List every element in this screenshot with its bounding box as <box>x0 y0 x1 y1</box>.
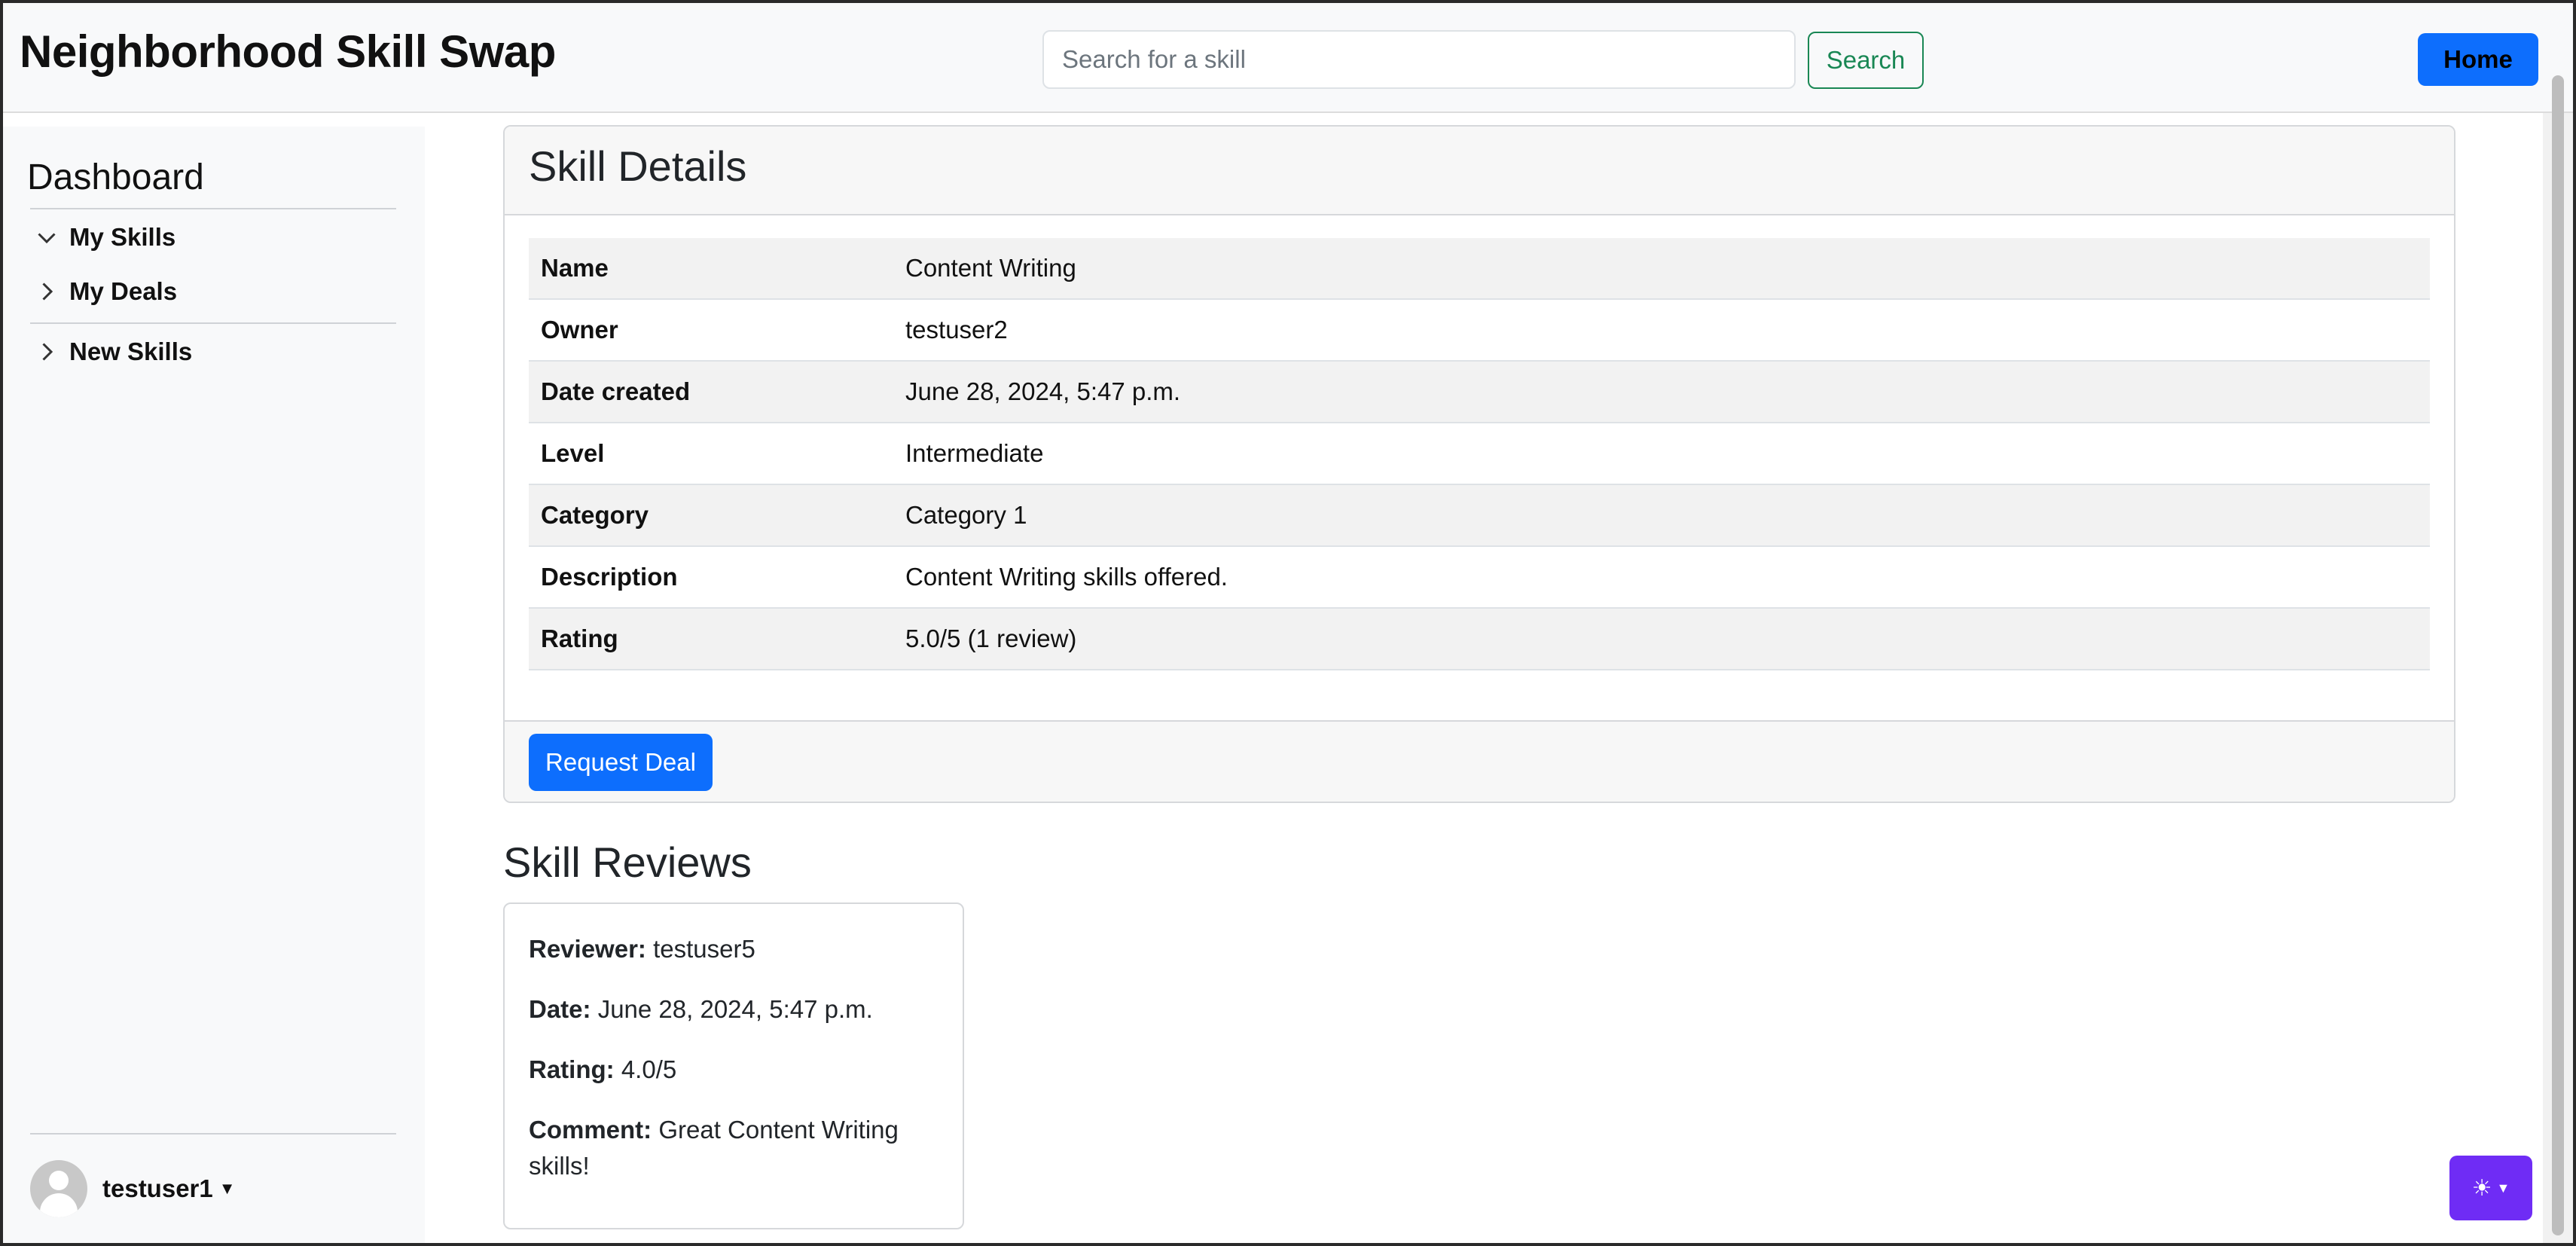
table-row: Category Category 1 <box>529 485 2430 547</box>
sidebar-item-label: My Deals <box>69 277 178 305</box>
row-value: Intermediate <box>905 439 1044 467</box>
row-value: Category 1 <box>905 501 1027 529</box>
search-button[interactable]: Search <box>1808 32 1924 89</box>
theme-toggle-button[interactable]: ☀ ▼ <box>2449 1156 2532 1220</box>
row-key: Name <box>541 254 609 282</box>
reviews-title: Skill Reviews <box>503 838 752 886</box>
skill-details-table: Name Content Writing Owner testuser2 Dat… <box>529 238 2430 670</box>
review-date: Date: June 28, 2024, 5:47 p.m. <box>529 995 873 1023</box>
search-input[interactable] <box>1042 30 1796 89</box>
review-reviewer: Reviewer: testuser5 <box>529 935 755 963</box>
navbar: Neighborhood Skill Swap Search Home <box>3 3 2573 113</box>
chevron-down-icon <box>38 233 56 244</box>
table-row: Name Content Writing <box>529 238 2430 300</box>
sidebar-title: Dashboard <box>27 157 204 197</box>
table-row: Description Content Writing skills offer… <box>529 547 2430 609</box>
sidebar-item-my-skills[interactable]: My Skills <box>33 223 175 252</box>
row-key: Date created <box>541 377 691 405</box>
chevron-right-icon <box>42 343 53 361</box>
review-card: Reviewer: testuser5 Date: June 28, 2024,… <box>503 902 964 1229</box>
scrollbar-thumb[interactable] <box>2552 75 2564 1235</box>
avatar <box>30 1160 87 1217</box>
sidebar: Dashboard My Skills My Deals New Skills <box>3 127 425 1243</box>
card-footer: Request Deal <box>505 720 2454 802</box>
request-deal-button[interactable]: Request Deal <box>529 734 713 791</box>
row-value: testuser2 <box>905 316 1008 344</box>
row-value: Content Writing skills offered. <box>905 563 1228 591</box>
divider <box>30 1133 396 1135</box>
divider <box>30 208 396 209</box>
sun-icon: ☀ <box>2471 1175 2492 1201</box>
skill-details-card: Skill Details Name Content Writing Owner… <box>503 125 2455 803</box>
chevron-right-icon <box>42 282 53 301</box>
table-row: Owner testuser2 <box>529 300 2430 362</box>
home-button[interactable]: Home <box>2418 33 2538 86</box>
table-row: Rating 5.0/5 (1 review) <box>529 609 2430 670</box>
user-menu[interactable]: testuser1 ▼ <box>30 1160 236 1217</box>
review-comment: Comment: Great Content Writing skills! <box>529 1116 899 1180</box>
row-value: June 28, 2024, 5:47 p.m. <box>905 377 1181 405</box>
row-key: Category <box>541 501 649 529</box>
sidebar-item-label: New Skills <box>69 337 193 365</box>
row-value: 5.0/5 (1 review) <box>905 625 1077 652</box>
sidebar-item-label: My Skills <box>69 223 176 251</box>
row-key: Description <box>541 563 678 591</box>
brand-title[interactable]: Neighborhood Skill Swap <box>20 26 556 78</box>
divider <box>30 322 396 324</box>
caret-down-icon: ▼ <box>218 1179 236 1198</box>
sidebar-item-my-deals[interactable]: My Deals <box>33 277 177 306</box>
table-row: Date created June 28, 2024, 5:47 p.m. <box>529 362 2430 423</box>
row-key: Level <box>541 439 605 467</box>
sidebar-item-new-skills[interactable]: New Skills <box>33 337 192 366</box>
row-key: Rating <box>541 625 618 652</box>
table-row: Level Intermediate <box>529 423 2430 485</box>
row-value: Content Writing <box>905 254 1076 282</box>
card-header: Skill Details <box>505 127 2454 215</box>
app-window: Neighborhood Skill Swap Search Home Dash… <box>0 0 2576 1246</box>
caret-down-icon: ▼ <box>2496 1180 2510 1196</box>
review-rating: Rating: 4.0/5 <box>529 1055 677 1083</box>
username: testuser1 <box>102 1174 213 1202</box>
row-key: Owner <box>541 316 618 344</box>
